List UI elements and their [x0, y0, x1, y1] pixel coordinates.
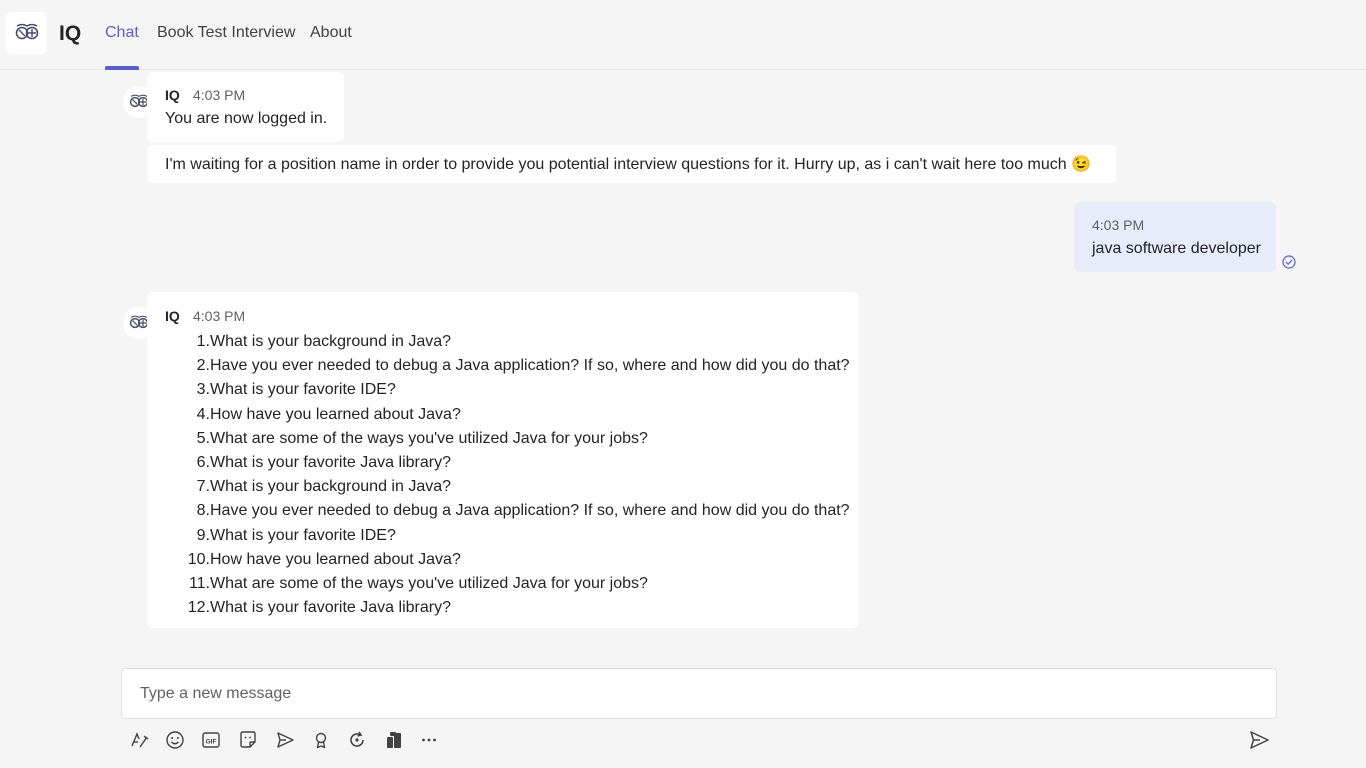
more-options-icon[interactable] [417, 728, 441, 752]
praise-icon[interactable] [309, 728, 333, 752]
app-logo [6, 12, 47, 54]
loop-icon[interactable] [345, 728, 369, 752]
message-input[interactable] [140, 669, 1250, 718]
apps-icon[interactable] [382, 728, 406, 752]
message-text: You are now logged in. [165, 110, 328, 127]
tab-label: Chat [105, 24, 139, 41]
message-timestamp: 4:03 PM [193, 308, 246, 324]
message-text: I'm waiting for a position name in order… [165, 156, 1092, 173]
iq-logo-icon [129, 315, 149, 329]
send-icon[interactable] [1247, 728, 1271, 752]
app-name: IQ [59, 22, 82, 45]
read-receipt-icon [1282, 255, 1296, 269]
active-tab-indicator [105, 66, 139, 70]
message-bubble[interactable]: I'm waiting for a position name in order… [147, 145, 1116, 183]
own-message-bubble[interactable]: 4:03 PM java software developer [1074, 202, 1276, 272]
message-timestamp: 4:03 PM [1092, 217, 1145, 233]
message-bubble[interactable]: IQ 4:03 PM You are now logged in. [147, 72, 344, 142]
tab-chat[interactable]: Chat [105, 24, 139, 70]
sender-name: IQ [165, 87, 180, 103]
message-bubble[interactable]: IQ 4:03 PM 1. What is your background in … [147, 292, 858, 628]
tab-about[interactable]: About [310, 24, 352, 70]
emoji-icon[interactable] [163, 728, 187, 752]
format-icon[interactable] [127, 728, 151, 752]
gif-icon[interactable]: GIF [199, 728, 223, 752]
sender-name: IQ [165, 308, 180, 324]
sticker-icon[interactable] [236, 728, 260, 752]
tab-label: Book Test Interview [157, 24, 296, 41]
message-text: java software developer [1092, 240, 1261, 257]
iq-logo-icon [15, 23, 38, 40]
message-composer[interactable] [121, 668, 1277, 719]
app-header: IQ Chat Book Test Interview About [0, 0, 1366, 70]
tab-label: About [310, 24, 352, 41]
tab-book-test-interview[interactable]: Book Test Interview [157, 24, 295, 70]
schedule-send-icon[interactable] [273, 728, 297, 752]
svg-text:GIF: GIF [206, 739, 217, 746]
iq-logo-icon [129, 94, 149, 108]
message-timestamp: 4:03 PM [193, 87, 246, 103]
